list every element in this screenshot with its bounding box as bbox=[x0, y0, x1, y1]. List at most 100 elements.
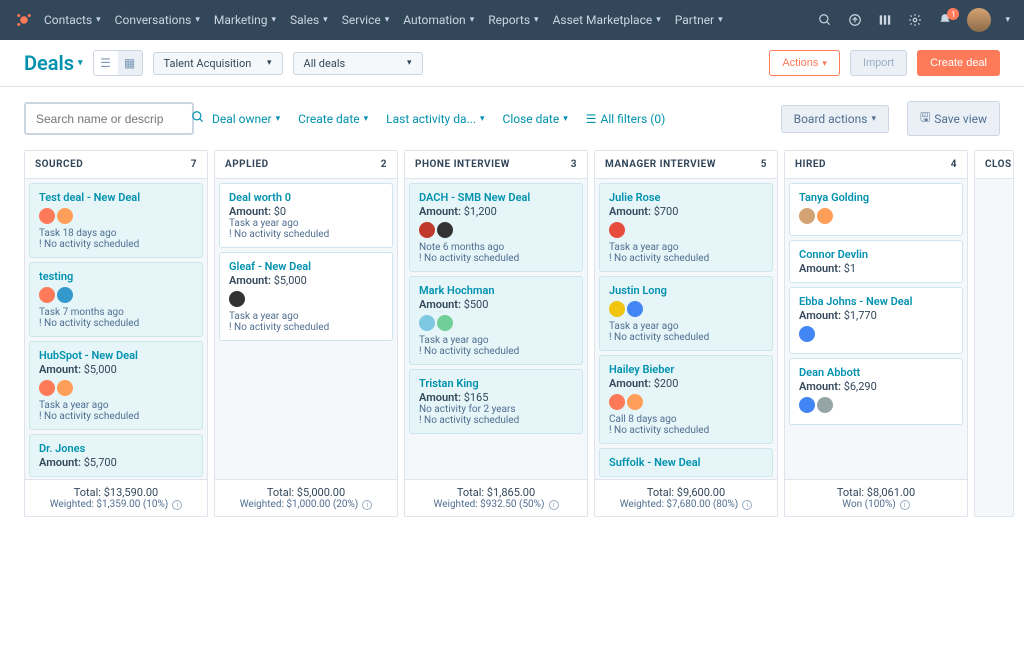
nav-item-service[interactable]: Service ▾ bbox=[342, 13, 390, 27]
deal-title: HubSpot - New Deal bbox=[39, 349, 193, 362]
notifications-icon[interactable]: 1 bbox=[937, 12, 953, 28]
actions-label: Actions bbox=[782, 57, 818, 69]
list-view-button[interactable]: ☰ bbox=[94, 51, 118, 75]
chevron-down-icon[interactable]: ▾ bbox=[1005, 15, 1010, 25]
avatar-icon bbox=[57, 380, 73, 396]
deal-meta: Call 8 days ago bbox=[609, 414, 763, 425]
avatar-icon bbox=[39, 380, 55, 396]
card-list: DACH - SMB New DealAmount: $1,200Note 6 … bbox=[405, 179, 587, 479]
close-date-filter[interactable]: Close date▾ bbox=[503, 112, 568, 126]
avatar-icon bbox=[437, 315, 453, 331]
column-manager-interview: MANAGER INTERVIEW5Julie RoseAmount: $700… bbox=[594, 150, 778, 517]
nav-item-reports[interactable]: Reports ▾ bbox=[488, 13, 538, 27]
chevron-down-icon: ▾ bbox=[78, 58, 83, 68]
deal-meta: No activity for 2 years bbox=[419, 404, 573, 415]
deal-meta: Task 18 days ago bbox=[39, 228, 193, 239]
deal-card[interactable]: Mark HochmanAmount: $500Task a year ago!… bbox=[409, 276, 583, 365]
deal-avatars bbox=[609, 301, 763, 317]
card-list: Tanya GoldingConnor DevlinAmount: $1Ebba… bbox=[785, 179, 967, 479]
search-input[interactable] bbox=[36, 112, 191, 126]
deal-card[interactable]: Ebba Johns - New DealAmount: $1,770 bbox=[789, 287, 963, 354]
deal-amount: Amount: $5,000 bbox=[39, 363, 193, 376]
deal-avatars bbox=[799, 326, 953, 342]
nav-item-automation[interactable]: Automation ▾ bbox=[403, 13, 474, 27]
board-view-button[interactable]: ▦ bbox=[118, 51, 142, 75]
card-list: Julie RoseAmount: $700Task a year ago! N… bbox=[595, 179, 777, 479]
nav-item-sales[interactable]: Sales ▾ bbox=[290, 13, 328, 27]
deal-card[interactable]: Julie RoseAmount: $700Task a year ago! N… bbox=[599, 183, 773, 272]
avatar-icon bbox=[817, 397, 833, 413]
page-title[interactable]: Deals ▾ bbox=[24, 51, 83, 75]
deal-filter-select[interactable]: All deals▾ bbox=[293, 52, 423, 75]
create-date-filter[interactable]: Create date▾ bbox=[298, 112, 368, 126]
info-icon[interactable]: i bbox=[362, 500, 372, 510]
deal-amount: Amount: $5,000 bbox=[229, 274, 383, 287]
deal-warning: ! No activity scheduled bbox=[419, 253, 573, 264]
deal-card[interactable]: Gleaf - New DealAmount: $5,000Task a yea… bbox=[219, 252, 393, 341]
actions-button[interactable]: Actions▾ bbox=[769, 50, 840, 76]
info-icon[interactable]: i bbox=[549, 500, 559, 510]
last-activity-filter[interactable]: Last activity da...▾ bbox=[386, 112, 484, 126]
all-filters-button[interactable]: ☰ All filters (0) bbox=[586, 112, 666, 126]
info-icon[interactable]: i bbox=[172, 500, 182, 510]
deal-title: Tanya Golding bbox=[799, 191, 953, 204]
nav-item-partner[interactable]: Partner ▾ bbox=[675, 13, 723, 27]
settings-icon[interactable] bbox=[907, 12, 923, 28]
deal-meta: Task 7 months ago bbox=[39, 307, 193, 318]
deal-card[interactable]: Dr. JonesAmount: $5,700 bbox=[29, 434, 203, 477]
nav-item-marketing[interactable]: Marketing ▾ bbox=[214, 13, 276, 27]
deal-card[interactable]: Justin LongTask a year ago! No activity … bbox=[599, 276, 773, 351]
search-icon[interactable] bbox=[817, 12, 833, 28]
deal-amount: Amount: $700 bbox=[609, 205, 763, 218]
import-button[interactable]: Import bbox=[850, 50, 907, 76]
deal-avatars bbox=[799, 208, 953, 224]
deal-avatars bbox=[39, 287, 193, 303]
deal-card[interactable]: Hailey BieberAmount: $200Call 8 days ago… bbox=[599, 355, 773, 444]
column-footer: Total: $13,590.00Weighted: $1,359.00 (10… bbox=[25, 479, 207, 516]
deal-title: Tristan King bbox=[419, 377, 573, 390]
deal-card[interactable]: Connor DevlinAmount: $1 bbox=[789, 240, 963, 283]
deal-card[interactable]: DACH - SMB New DealAmount: $1,200Note 6 … bbox=[409, 183, 583, 272]
marketplace-icon[interactable] bbox=[877, 12, 893, 28]
deal-amount: Amount: $200 bbox=[609, 377, 763, 390]
nav-item-asset-marketplace[interactable]: Asset Marketplace ▾ bbox=[553, 13, 661, 27]
deal-card[interactable]: Dean AbbottAmount: $6,290 bbox=[789, 358, 963, 425]
deal-meta: Task a year ago bbox=[229, 218, 383, 229]
deal-card[interactable]: Tanya Golding bbox=[789, 183, 963, 236]
info-icon[interactable]: i bbox=[900, 500, 910, 510]
hubspot-logo-icon[interactable] bbox=[14, 10, 34, 30]
deal-amount: Amount: $0 bbox=[229, 205, 383, 218]
column-header: PHONE INTERVIEW3 bbox=[405, 151, 587, 179]
avatar-icon bbox=[799, 326, 815, 342]
column-footer: Total: $5,000.00Weighted: $1,000.00 (20%… bbox=[215, 479, 397, 516]
deal-owner-filter[interactable]: Deal owner▾ bbox=[212, 112, 280, 126]
deal-avatars bbox=[609, 222, 763, 238]
nav-item-conversations[interactable]: Conversations ▾ bbox=[115, 13, 200, 27]
deal-warning: ! No activity scheduled bbox=[229, 229, 383, 240]
create-deal-button[interactable]: Create deal bbox=[917, 50, 1000, 76]
save-view-button[interactable]: 🖫 Save view bbox=[907, 101, 1000, 136]
page-title-text: Deals bbox=[24, 51, 74, 75]
upgrade-icon[interactable] bbox=[847, 12, 863, 28]
avatar-icon bbox=[609, 222, 625, 238]
deal-card[interactable]: Deal worth 0Amount: $0Task a year ago! N… bbox=[219, 183, 393, 248]
deal-card[interactable]: Suffolk - New Deal bbox=[599, 448, 773, 477]
deal-card[interactable]: testingTask 7 months ago! No activity sc… bbox=[29, 262, 203, 337]
search-icon[interactable] bbox=[191, 110, 205, 127]
user-avatar[interactable] bbox=[967, 8, 991, 32]
info-icon[interactable]: i bbox=[742, 500, 752, 510]
nav-icons: 1 ▾ bbox=[817, 8, 1010, 32]
deal-card[interactable]: Tristan KingAmount: $165No activity for … bbox=[409, 369, 583, 434]
deal-card[interactable]: HubSpot - New DealAmount: $5,000Task a y… bbox=[29, 341, 203, 430]
deal-card[interactable]: Test deal - New DealTask 18 days ago! No… bbox=[29, 183, 203, 258]
nav-item-contacts[interactable]: Contacts ▾ bbox=[44, 13, 101, 27]
deal-title: Dr. Jones bbox=[39, 442, 193, 455]
deal-title: Ebba Johns - New Deal bbox=[799, 295, 953, 308]
avatar-icon bbox=[609, 394, 625, 410]
column-header: CLOS bbox=[975, 151, 1013, 179]
avatar-icon bbox=[57, 287, 73, 303]
column-applied: APPLIED2Deal worth 0Amount: $0Task a yea… bbox=[214, 150, 398, 517]
deal-title: Mark Hochman bbox=[419, 284, 573, 297]
board-actions-button[interactable]: Board actions▾ bbox=[781, 105, 889, 133]
pipeline-select[interactable]: Talent Acquisition▾ bbox=[153, 52, 283, 75]
